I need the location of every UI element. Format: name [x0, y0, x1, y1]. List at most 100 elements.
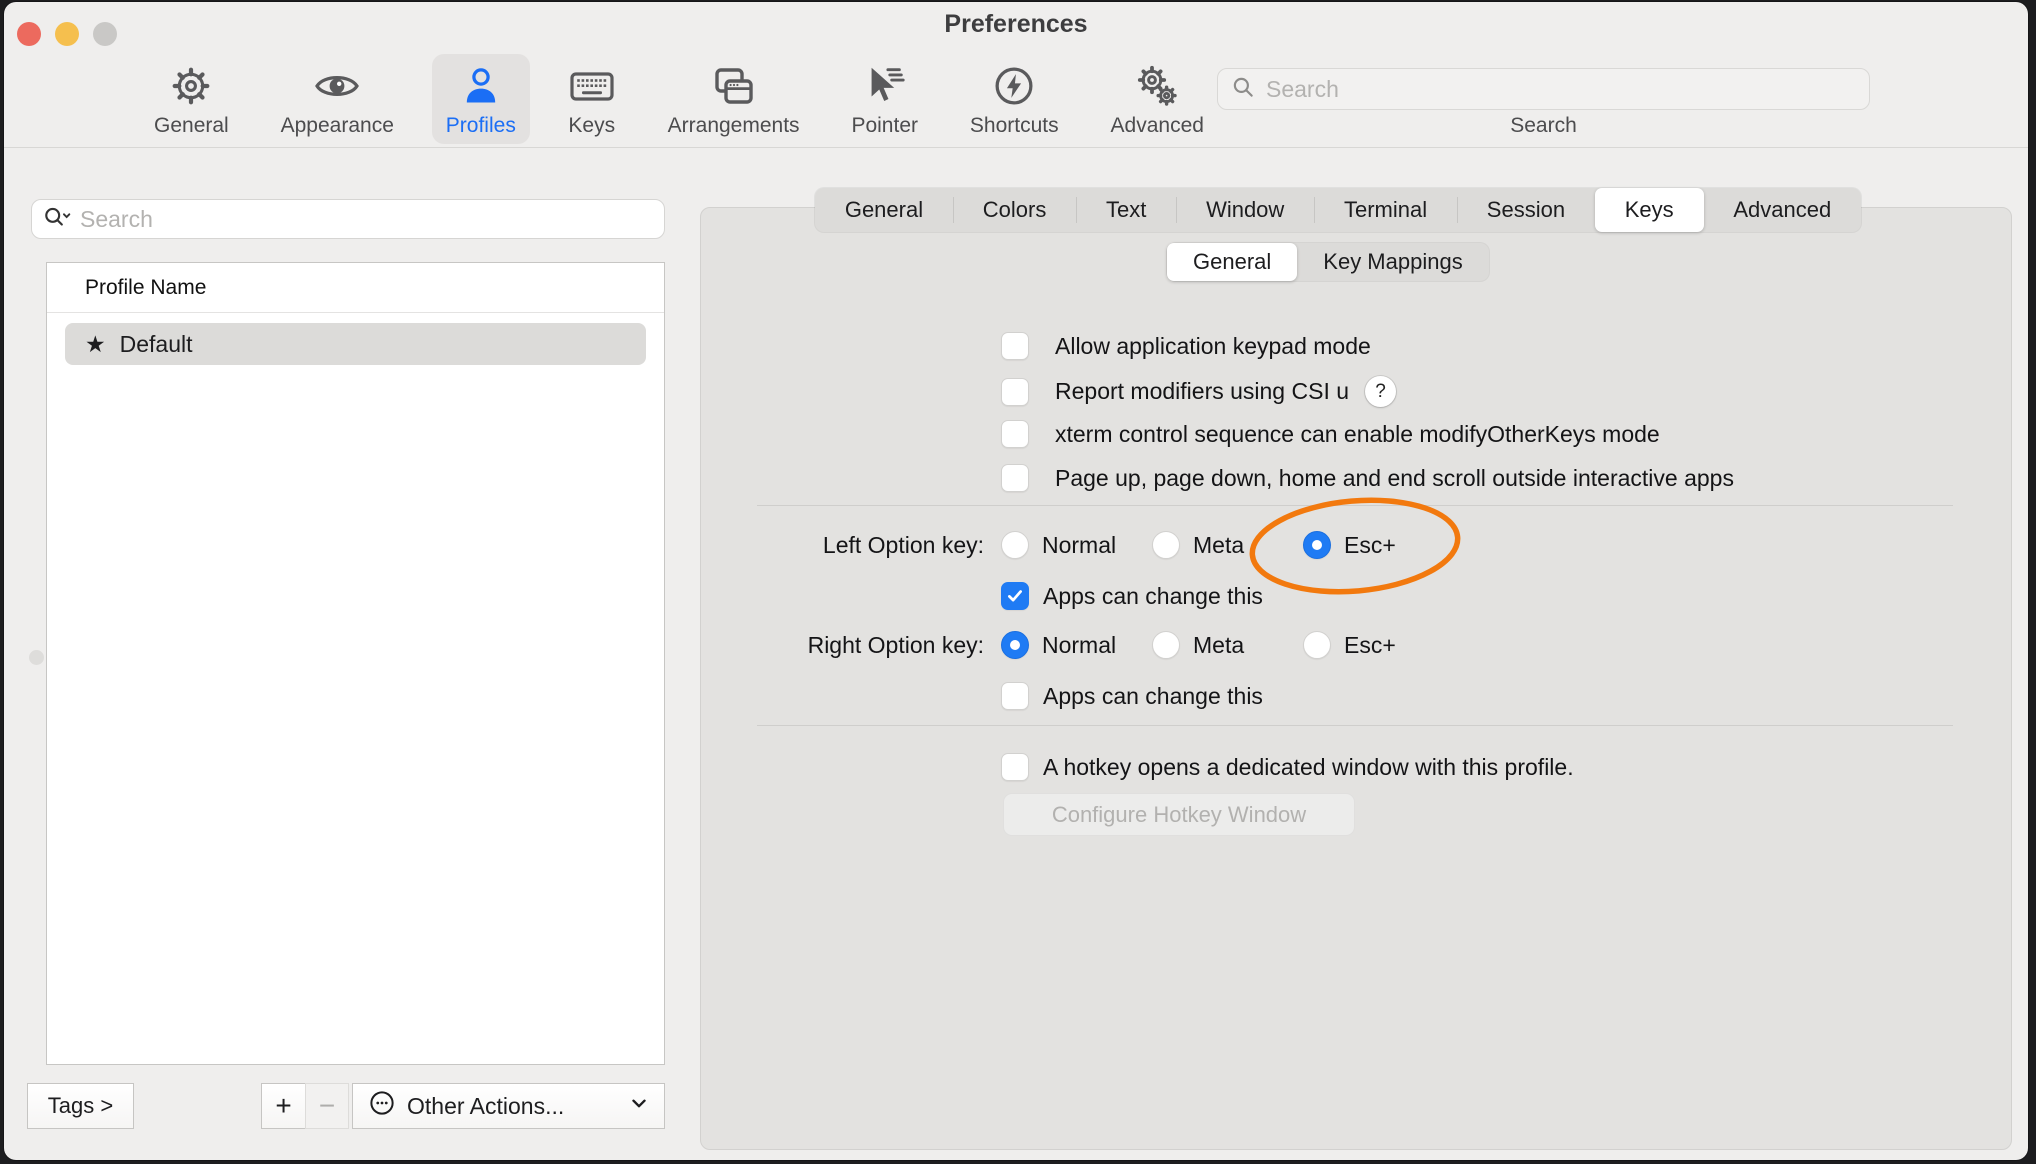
checkbox-row-modify-other-keys: xterm control sequence can enable modify…: [1001, 420, 1660, 448]
right-option-esc[interactable]: Esc+: [1303, 631, 1454, 659]
left-option-esc[interactable]: Esc+: [1303, 531, 1454, 559]
toolbar-label-appearance: Appearance: [281, 114, 394, 138]
checkbox-keypad-label: Allow application keypad mode: [1055, 333, 1371, 360]
tab-session[interactable]: Session: [1457, 188, 1595, 232]
window-title: Preferences: [4, 10, 2028, 39]
toolbar-divider: [4, 147, 2028, 148]
profile-search-input[interactable]: [80, 206, 654, 233]
toolbar-label-pointer: Pointer: [851, 114, 918, 138]
radio-left-normal[interactable]: [1001, 531, 1029, 559]
left-option-normal[interactable]: Normal: [1001, 531, 1152, 559]
radio-right-meta[interactable]: [1152, 631, 1180, 659]
left-option-meta[interactable]: Meta: [1152, 531, 1303, 559]
plus-icon: +: [275, 1090, 291, 1122]
toolbar-search-caption: Search: [1217, 114, 1870, 138]
hotkey-label: A hotkey opens a dedicated window with t…: [1043, 754, 1574, 781]
checkbox-row-csi-u: Report modifiers using CSI u ?: [1001, 376, 1396, 407]
left-option-radio-group: Normal Meta Esc+: [1001, 531, 1454, 559]
keys-subtab-bar: General Key Mappings: [1167, 243, 1489, 281]
tab-advanced[interactable]: Advanced: [1704, 188, 1862, 232]
checkbox-hotkey-window[interactable]: [1001, 753, 1029, 781]
checkbox-page-scroll-label: Page up, page down, home and end scroll …: [1055, 465, 1734, 492]
checkbox-left-apps-can-change[interactable]: [1001, 582, 1029, 610]
right-apps-can-change-label: Apps can change this: [1043, 683, 1263, 710]
other-actions-label: Other Actions...: [407, 1093, 628, 1120]
tab-text[interactable]: Text: [1076, 188, 1176, 232]
checkbox-page-scroll[interactable]: [1001, 464, 1029, 492]
profile-row-default[interactable]: ★ Default: [65, 323, 646, 365]
checkbox-modify-other-keys-label: xterm control sequence can enable modify…: [1055, 421, 1660, 448]
radio-right-normal[interactable]: [1001, 631, 1029, 659]
help-button[interactable]: ?: [1365, 376, 1396, 407]
bolt-icon: [990, 62, 1038, 110]
toolbar-label-shortcuts: Shortcuts: [970, 114, 1059, 138]
toolbar-item-arrangements[interactable]: Arrangements: [654, 54, 814, 144]
profile-name: Default: [120, 331, 193, 358]
left-meta-label: Meta: [1193, 532, 1244, 559]
divider: [757, 725, 1953, 726]
tags-button[interactable]: Tags >: [27, 1083, 134, 1129]
toolbar-label-profiles: Profiles: [446, 114, 516, 138]
right-option-key-label: Right Option key:: [634, 632, 984, 659]
toolbar-item-shortcuts[interactable]: Shortcuts: [956, 54, 1073, 144]
toolbar-label-general: General: [154, 114, 229, 138]
right-normal-label: Normal: [1042, 632, 1116, 659]
toolbar-search-field[interactable]: [1217, 68, 1870, 110]
search-icon: [1230, 74, 1256, 105]
checkbox-row-keypad: Allow application keypad mode: [1001, 332, 1371, 360]
tab-terminal[interactable]: Terminal: [1314, 188, 1457, 232]
radio-left-meta[interactable]: [1152, 531, 1180, 559]
checkbox-right-apps-can-change[interactable]: [1001, 682, 1029, 710]
left-apps-can-change-label: Apps can change this: [1043, 583, 1263, 610]
checkbox-row-page-scroll: Page up, page down, home and end scroll …: [1001, 464, 1734, 492]
other-actions-dropdown[interactable]: Other Actions...: [352, 1083, 665, 1129]
right-option-normal[interactable]: Normal: [1001, 631, 1152, 659]
profile-tab-bar: General Colors Text Window Terminal Sess…: [815, 188, 1861, 232]
checkbox-modify-other-keys[interactable]: [1001, 420, 1029, 448]
ellipsis-circle-icon: [367, 1088, 397, 1124]
chevron-down-icon: [628, 1092, 650, 1120]
add-profile-button[interactable]: +: [261, 1083, 306, 1129]
checkbox-csi-u-label: Report modifiers using CSI u: [1055, 378, 1349, 405]
tab-general[interactable]: General: [815, 188, 953, 232]
windows-icon: [710, 62, 758, 110]
subtab-general[interactable]: General: [1167, 243, 1297, 281]
tab-keys[interactable]: Keys: [1595, 188, 1704, 232]
preferences-window: Preferences General: [4, 2, 2028, 1160]
right-esc-label: Esc+: [1344, 632, 1396, 659]
toolbar-item-keys[interactable]: Keys: [554, 54, 630, 144]
tab-window[interactable]: Window: [1176, 188, 1314, 232]
gear-icon: [167, 62, 215, 110]
profile-list-header: Profile Name: [47, 263, 664, 313]
toolbar-item-pointer[interactable]: Pointer: [837, 54, 932, 144]
toolbar-label-advanced: Advanced: [1111, 114, 1204, 138]
toolbar-item-appearance[interactable]: Appearance: [267, 54, 408, 144]
checkbox-csi-u[interactable]: [1001, 378, 1029, 406]
preferences-toolbar: General Appearance Profiles: [140, 54, 1218, 144]
configure-hotkey-window-label: Configure Hotkey Window: [1052, 802, 1306, 828]
tab-colors[interactable]: Colors: [953, 188, 1076, 232]
right-option-meta[interactable]: Meta: [1152, 631, 1303, 659]
right-option-radio-group: Normal Meta Esc+: [1001, 631, 1454, 659]
profile-list: Profile Name ★ Default: [46, 262, 665, 1065]
splitter-handle[interactable]: [29, 650, 44, 665]
toolbar-item-profiles[interactable]: Profiles: [432, 54, 530, 144]
radio-right-esc[interactable]: [1303, 631, 1331, 659]
keyboard-icon: [568, 62, 616, 110]
remove-profile-button: −: [305, 1083, 349, 1129]
configure-hotkey-window-button: Configure Hotkey Window: [1003, 793, 1355, 836]
right-apps-can-change-row: Apps can change this: [1001, 682, 1263, 710]
divider: [757, 505, 1953, 506]
toolbar-item-general[interactable]: General: [140, 54, 243, 144]
gears-icon: [1133, 62, 1181, 110]
toolbar-item-advanced[interactable]: Advanced: [1097, 54, 1218, 144]
cursor-icon: [861, 62, 909, 110]
subtab-key-mappings[interactable]: Key Mappings: [1297, 243, 1488, 281]
radio-left-esc[interactable]: [1303, 531, 1331, 559]
toolbar-search-input[interactable]: [1266, 76, 1857, 103]
person-icon: [457, 62, 505, 110]
toolbar-label-keys: Keys: [568, 114, 615, 138]
checkbox-keypad[interactable]: [1001, 332, 1029, 360]
tags-button-label: Tags >: [48, 1093, 113, 1119]
profile-search-field[interactable]: [31, 199, 665, 239]
